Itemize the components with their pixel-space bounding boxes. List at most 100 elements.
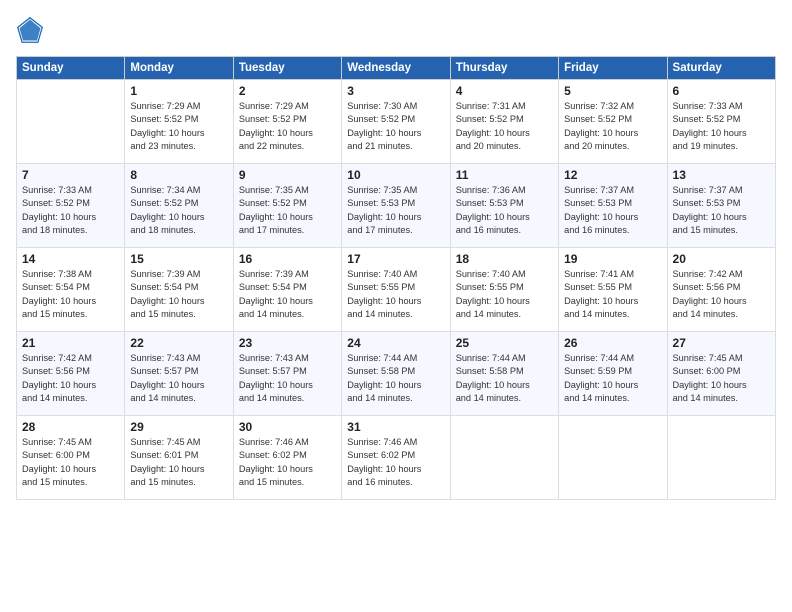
day-number: 22: [130, 336, 227, 350]
calendar-cell: 16 Sunrise: 7:39 AM Sunset: 5:54 PM Dayli…: [233, 248, 341, 332]
day-details: Sunrise: 7:40 AM Sunset: 5:55 PM Dayligh…: [456, 268, 553, 321]
logo: [16, 16, 46, 44]
day-details: Sunrise: 7:34 AM Sunset: 5:52 PM Dayligh…: [130, 184, 227, 237]
calendar-cell: 24 Sunrise: 7:44 AM Sunset: 5:58 PM Dayli…: [342, 332, 450, 416]
day-details: Sunrise: 7:46 AM Sunset: 6:02 PM Dayligh…: [347, 436, 444, 489]
day-number: 6: [673, 84, 770, 98]
day-number: 28: [22, 420, 119, 434]
calendar-cell: 26 Sunrise: 7:44 AM Sunset: 5:59 PM Dayli…: [559, 332, 667, 416]
calendar-cell: 30 Sunrise: 7:46 AM Sunset: 6:02 PM Dayli…: [233, 416, 341, 500]
day-details: Sunrise: 7:36 AM Sunset: 5:53 PM Dayligh…: [456, 184, 553, 237]
calendar-cell: 4 Sunrise: 7:31 AM Sunset: 5:52 PM Daylig…: [450, 80, 558, 164]
calendar-cell: 18 Sunrise: 7:40 AM Sunset: 5:55 PM Dayli…: [450, 248, 558, 332]
day-number: 21: [22, 336, 119, 350]
day-details: Sunrise: 7:35 AM Sunset: 5:52 PM Dayligh…: [239, 184, 336, 237]
day-details: Sunrise: 7:41 AM Sunset: 5:55 PM Dayligh…: [564, 268, 661, 321]
day-details: Sunrise: 7:31 AM Sunset: 5:52 PM Dayligh…: [456, 100, 553, 153]
calendar-cell: 31Sunrise: 7:46 AM Sunset: 6:02 PM Dayli…: [342, 416, 450, 500]
week-row-1: 1Sunrise: 7:29 AM Sunset: 5:52 PM Daylig…: [17, 80, 776, 164]
calendar-cell: 10Sunrise: 7:35 AM Sunset: 5:53 PM Dayli…: [342, 164, 450, 248]
day-details: Sunrise: 7:32 AM Sunset: 5:52 PM Dayligh…: [564, 100, 661, 153]
day-number: 4: [456, 84, 553, 98]
calendar-cell: 2 Sunrise: 7:29 AM Sunset: 5:52 PM Daylig…: [233, 80, 341, 164]
day-number: 7: [22, 168, 119, 182]
day-number: 15: [130, 252, 227, 266]
calendar-header-row: SundayMondayTuesdayWednesdayThursdayFrid…: [17, 57, 776, 80]
header-cell-tuesday: Tuesday: [233, 57, 341, 80]
day-details: Sunrise: 7:45 AM Sunset: 6:00 PM Dayligh…: [22, 436, 119, 489]
calendar-cell: 14 Sunrise: 7:38 AM Sunset: 5:54 PM Dayli…: [17, 248, 125, 332]
calendar-body: 1Sunrise: 7:29 AM Sunset: 5:52 PM Daylig…: [17, 80, 776, 500]
day-number: 5: [564, 84, 661, 98]
calendar-cell: 6 Sunrise: 7:33 AM Sunset: 5:52 PM Daylig…: [667, 80, 775, 164]
calendar-cell: 27 Sunrise: 7:45 AM Sunset: 6:00 PM Dayli…: [667, 332, 775, 416]
day-number: 8: [130, 168, 227, 182]
calendar-cell: 20Sunrise: 7:42 AM Sunset: 5:56 PM Dayli…: [667, 248, 775, 332]
day-details: Sunrise: 7:39 AM Sunset: 5:54 PM Dayligh…: [239, 268, 336, 321]
day-number: 17: [347, 252, 444, 266]
day-number: 16: [239, 252, 336, 266]
day-number: 23: [239, 336, 336, 350]
day-number: 27: [673, 336, 770, 350]
day-details: Sunrise: 7:37 AM Sunset: 5:53 PM Dayligh…: [673, 184, 770, 237]
day-details: Sunrise: 7:42 AM Sunset: 5:56 PM Dayligh…: [673, 268, 770, 321]
header-cell-monday: Monday: [125, 57, 233, 80]
day-details: Sunrise: 7:29 AM Sunset: 5:52 PM Dayligh…: [239, 100, 336, 153]
day-details: Sunrise: 7:42 AM Sunset: 5:56 PM Dayligh…: [22, 352, 119, 405]
header-cell-sunday: Sunday: [17, 57, 125, 80]
day-details: Sunrise: 7:43 AM Sunset: 5:57 PM Dayligh…: [130, 352, 227, 405]
calendar-cell: 5 Sunrise: 7:32 AM Sunset: 5:52 PM Daylig…: [559, 80, 667, 164]
header-cell-friday: Friday: [559, 57, 667, 80]
day-number: 30: [239, 420, 336, 434]
calendar-cell: 11 Sunrise: 7:36 AM Sunset: 5:53 PM Dayli…: [450, 164, 558, 248]
header-cell-wednesday: Wednesday: [342, 57, 450, 80]
calendar-cell: [17, 80, 125, 164]
calendar-cell: 23Sunrise: 7:43 AM Sunset: 5:57 PM Dayli…: [233, 332, 341, 416]
day-number: 2: [239, 84, 336, 98]
day-details: Sunrise: 7:29 AM Sunset: 5:52 PM Dayligh…: [130, 100, 227, 153]
day-details: Sunrise: 7:33 AM Sunset: 5:52 PM Dayligh…: [673, 100, 770, 153]
week-row-4: 21 Sunrise: 7:42 AM Sunset: 5:56 PM Dayli…: [17, 332, 776, 416]
calendar-cell: 19 Sunrise: 7:41 AM Sunset: 5:55 PM Dayli…: [559, 248, 667, 332]
header-cell-thursday: Thursday: [450, 57, 558, 80]
day-number: 13: [673, 168, 770, 182]
page-header: [16, 16, 776, 44]
day-details: Sunrise: 7:38 AM Sunset: 5:54 PM Dayligh…: [22, 268, 119, 321]
day-number: 18: [456, 252, 553, 266]
calendar-cell: 8 Sunrise: 7:34 AM Sunset: 5:52 PM Daylig…: [125, 164, 233, 248]
day-number: 24: [347, 336, 444, 350]
day-number: 12: [564, 168, 661, 182]
day-details: Sunrise: 7:39 AM Sunset: 5:54 PM Dayligh…: [130, 268, 227, 321]
week-row-2: 7 Sunrise: 7:33 AM Sunset: 5:52 PM Daylig…: [17, 164, 776, 248]
calendar-cell: [450, 416, 558, 500]
calendar-table: SundayMondayTuesdayWednesdayThursdayFrid…: [16, 56, 776, 500]
calendar-cell: 13 Sunrise: 7:37 AM Sunset: 5:53 PM Dayli…: [667, 164, 775, 248]
header-cell-saturday: Saturday: [667, 57, 775, 80]
day-number: 29: [130, 420, 227, 434]
day-details: Sunrise: 7:46 AM Sunset: 6:02 PM Dayligh…: [239, 436, 336, 489]
page-container: SundayMondayTuesdayWednesdayThursdayFrid…: [0, 0, 792, 510]
day-number: 3: [347, 84, 444, 98]
day-details: Sunrise: 7:30 AM Sunset: 5:52 PM Dayligh…: [347, 100, 444, 153]
calendar-cell: 3 Sunrise: 7:30 AM Sunset: 5:52 PM Daylig…: [342, 80, 450, 164]
day-number: 14: [22, 252, 119, 266]
day-number: 26: [564, 336, 661, 350]
day-details: Sunrise: 7:44 AM Sunset: 5:58 PM Dayligh…: [347, 352, 444, 405]
calendar-cell: 29 Sunrise: 7:45 AM Sunset: 6:01 PM Dayli…: [125, 416, 233, 500]
calendar-cell: 1Sunrise: 7:29 AM Sunset: 5:52 PM Daylig…: [125, 80, 233, 164]
calendar-cell: 22 Sunrise: 7:43 AM Sunset: 5:57 PM Dayli…: [125, 332, 233, 416]
logo-icon: [16, 16, 44, 44]
day-number: 25: [456, 336, 553, 350]
calendar-cell: 17Sunrise: 7:40 AM Sunset: 5:55 PM Dayli…: [342, 248, 450, 332]
day-number: 11: [456, 168, 553, 182]
calendar-cell: 9Sunrise: 7:35 AM Sunset: 5:52 PM Daylig…: [233, 164, 341, 248]
week-row-5: 28 Sunrise: 7:45 AM Sunset: 6:00 PM Dayli…: [17, 416, 776, 500]
week-row-3: 14 Sunrise: 7:38 AM Sunset: 5:54 PM Dayli…: [17, 248, 776, 332]
calendar-cell: 15 Sunrise: 7:39 AM Sunset: 5:54 PM Dayli…: [125, 248, 233, 332]
day-details: Sunrise: 7:33 AM Sunset: 5:52 PM Dayligh…: [22, 184, 119, 237]
day-details: Sunrise: 7:44 AM Sunset: 5:59 PM Dayligh…: [564, 352, 661, 405]
day-number: 19: [564, 252, 661, 266]
day-details: Sunrise: 7:45 AM Sunset: 6:01 PM Dayligh…: [130, 436, 227, 489]
day-details: Sunrise: 7:35 AM Sunset: 5:53 PM Dayligh…: [347, 184, 444, 237]
day-details: Sunrise: 7:45 AM Sunset: 6:00 PM Dayligh…: [673, 352, 770, 405]
